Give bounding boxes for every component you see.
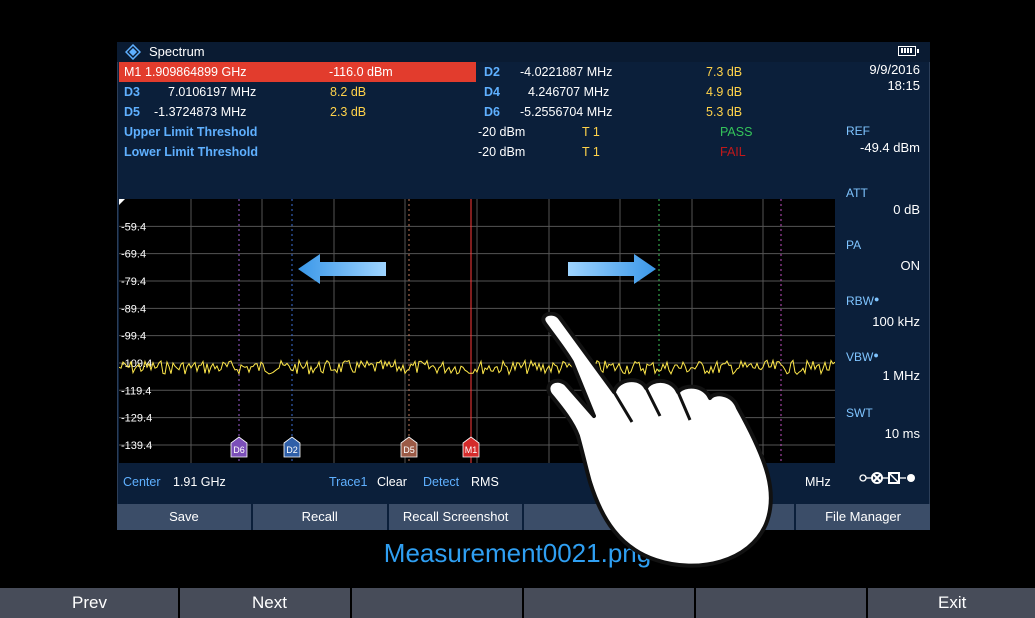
upper-limit-row[interactable]: Upper Limit Threshold -20 dBm T 1 PASS bbox=[124, 122, 764, 142]
rohde-schwarz-logo bbox=[125, 44, 141, 60]
y-tick-label: -139.4 bbox=[121, 440, 152, 452]
detect-label: Detect bbox=[423, 475, 460, 489]
y-tick-label: -129.4 bbox=[121, 413, 152, 425]
upper-limit-label: Upper Limit Threshold bbox=[124, 125, 258, 139]
marker-d5-freq: -1.3724873 MHz bbox=[154, 105, 247, 119]
swipe-right-arrow-icon bbox=[568, 254, 656, 284]
pa-label: PA bbox=[846, 238, 862, 252]
marker-flag-label: D6 bbox=[233, 445, 245, 455]
marker-d2-level: 7.3 dB bbox=[706, 65, 743, 79]
lower-limit-trace: T 1 bbox=[582, 145, 600, 159]
y-tick-label: -99.4 bbox=[121, 331, 146, 343]
softkey-save[interactable]: Save bbox=[117, 504, 253, 530]
marker-flag-label: D2 bbox=[286, 445, 298, 455]
prev-button[interactable]: Prev bbox=[0, 588, 180, 618]
marker-m1-level: -116.0 dBm bbox=[329, 65, 393, 79]
marker-d3-label: D3 bbox=[124, 85, 140, 99]
hand-pointer-icon bbox=[541, 312, 773, 568]
y-tick-label: -79.4 bbox=[121, 276, 146, 288]
rbw-label: RBW● bbox=[846, 294, 879, 308]
pa-value[interactable]: ON bbox=[836, 258, 921, 273]
upper-limit-trace: T 1 bbox=[582, 125, 600, 139]
marker-d2-label: D2 bbox=[484, 65, 500, 79]
vbw-coupled-dot: ● bbox=[873, 350, 879, 360]
marker-d2-freq: -4.0221887 MHz bbox=[520, 65, 613, 79]
marker-d3-row[interactable]: D3 7.0106197 MHz 8.2 dB bbox=[124, 82, 474, 102]
softkey-recall-screenshot[interactable]: Recall Screenshot bbox=[388, 504, 525, 530]
lower-limit-result: FAIL bbox=[720, 145, 746, 159]
screenshot-filename: Measurement0021.png bbox=[383, 538, 652, 568]
detect-value[interactable]: RMS bbox=[471, 464, 499, 500]
vbw-label: VBW● bbox=[846, 350, 879, 364]
marker-flag-label: D5 bbox=[403, 445, 415, 455]
marker-d2-row[interactable]: D2 -4.0221887 MHz 7.3 dB bbox=[484, 62, 784, 82]
lower-limit-value: -20 dBm bbox=[478, 145, 526, 159]
trace-mode[interactable]: Clear bbox=[377, 464, 407, 500]
vbw-value[interactable]: 1 MHz bbox=[836, 368, 920, 383]
time-readout: 18:15 bbox=[887, 78, 920, 93]
ref-value[interactable]: -49.4 dBm bbox=[836, 140, 920, 155]
span-unit: MHz bbox=[805, 475, 831, 489]
marker-d4-row[interactable]: D4 4.246707 MHz 4.9 dB bbox=[484, 82, 784, 102]
marker-d5-row[interactable]: D5 -1.3724873 MHz 2.3 dB bbox=[124, 102, 474, 122]
rf-connector-icon bbox=[859, 472, 915, 484]
marker-flag-label: M1 bbox=[465, 445, 478, 455]
marker-d6-row[interactable]: D6 -5.2556704 MHz 5.3 dB bbox=[484, 102, 784, 122]
marker-d5-label: D5 bbox=[124, 105, 140, 119]
rbw-label-text: RBW bbox=[846, 294, 874, 308]
y-tick-label: -119.4 bbox=[121, 385, 151, 397]
y-tick-label: -89.4 bbox=[121, 303, 146, 315]
bottom-key-4[interactable] bbox=[524, 588, 696, 618]
center-value[interactable]: 1.91 GHz bbox=[173, 464, 226, 500]
swt-value[interactable]: 10 ms bbox=[836, 426, 920, 441]
swipe-left-arrow-icon bbox=[298, 254, 386, 284]
marker-d3-level: 8.2 dB bbox=[330, 85, 367, 99]
rbw-value[interactable]: 100 kHz bbox=[836, 314, 920, 329]
window-title: Spectrum bbox=[149, 44, 205, 59]
marker-d6-level: 5.3 dB bbox=[706, 105, 743, 119]
next-button[interactable]: Next bbox=[180, 588, 352, 618]
bottom-key-3[interactable] bbox=[352, 588, 524, 618]
softkey-bar: Save Recall Recall Screenshot File Manag… bbox=[117, 504, 930, 530]
vbw-label-text: VBW bbox=[846, 350, 874, 364]
battery-icon bbox=[898, 46, 919, 56]
att-value[interactable]: 0 dB bbox=[836, 202, 920, 217]
lower-limit-label: Lower Limit Threshold bbox=[124, 145, 259, 159]
marker-m1-label: M1 bbox=[124, 65, 142, 79]
marker-m1-freq: 1.909864899 GHz bbox=[145, 65, 247, 79]
marker-d5-level: 2.3 dB bbox=[330, 105, 367, 119]
att-label: ATT bbox=[846, 186, 868, 200]
bottom-key-bar: Prev Next Exit bbox=[0, 588, 1035, 618]
exit-button[interactable]: Exit bbox=[868, 588, 1035, 618]
y-tick-label: -69.4 bbox=[121, 249, 146, 261]
marker-d6-label: D6 bbox=[484, 105, 500, 119]
upper-limit-value: -20 dBm bbox=[478, 125, 526, 139]
lower-limit-row[interactable]: Lower Limit Threshold -20 dBm T 1 FAIL bbox=[124, 142, 764, 162]
swt-label: SWT bbox=[846, 406, 873, 420]
softkey-recall[interactable]: Recall bbox=[252, 504, 389, 530]
date-readout: 9/9/2016 bbox=[869, 62, 920, 77]
upper-limit-result: PASS bbox=[720, 125, 753, 139]
y-tick-label: -59.4 bbox=[121, 221, 146, 233]
ref-label: REF bbox=[846, 124, 870, 138]
marker-d6-freq: -5.2556704 MHz bbox=[520, 105, 613, 119]
title-bar: Spectrum bbox=[117, 42, 930, 62]
marker-m1-row[interactable]: M1 1.909864899 GHz -116.0 dBm bbox=[119, 62, 476, 82]
rbw-coupled-dot: ● bbox=[874, 294, 880, 304]
marker-d3-freq: 7.0106197 MHz bbox=[168, 85, 257, 99]
bottom-key-5[interactable] bbox=[696, 588, 868, 618]
marker-d4-level: 4.9 dB bbox=[706, 85, 743, 99]
trace-label: Trace1 bbox=[329, 475, 368, 489]
center-label: Center bbox=[123, 475, 161, 489]
softkey-file-manager[interactable]: File Manager bbox=[796, 504, 930, 530]
marker-d4-label: D4 bbox=[484, 85, 500, 99]
marker-d4-freq: 4.246707 MHz bbox=[528, 85, 610, 99]
